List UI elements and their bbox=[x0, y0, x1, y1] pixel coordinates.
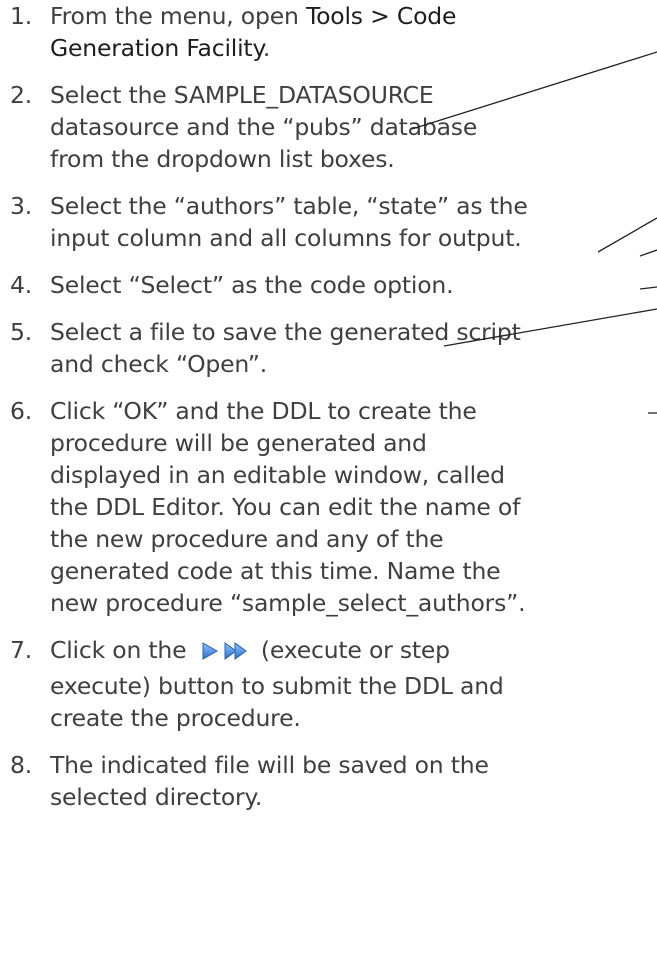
step-number: 7. bbox=[10, 636, 33, 664]
step-number: 6. bbox=[10, 397, 33, 425]
step-text: input column and all columns for output. bbox=[50, 224, 522, 252]
step-2: 2. Select the SAMPLE_DATASOURCE datasour… bbox=[10, 79, 650, 175]
step-3: 3. Select the “authors” table, “state” a… bbox=[10, 190, 650, 254]
instruction-steps: 1. From the menu, open Tools > Code Gene… bbox=[10, 0, 650, 828]
step-execute-icon[interactable] bbox=[222, 638, 250, 670]
step-text: and check “Open”. bbox=[50, 350, 268, 378]
step-text: From the menu, open bbox=[50, 2, 306, 30]
step-6: 6. Click “OK” and the DDL to create the … bbox=[10, 395, 650, 619]
step-number: 1. bbox=[10, 2, 33, 30]
step-1: 1. From the menu, open Tools > Code Gene… bbox=[10, 0, 650, 64]
step-text: Click on the bbox=[50, 636, 194, 664]
step-text: the DDL Editor. You can edit the name of bbox=[50, 493, 521, 521]
step-text: Click “OK” and the DDL to create the bbox=[50, 397, 477, 425]
step-text: The indicated file will be saved on the bbox=[50, 750, 489, 779]
step-8: 8. The indicated file will be saved on t… bbox=[10, 749, 650, 813]
step-text: Select a file to save the generated scri… bbox=[50, 318, 521, 346]
step-7: 7. Click on the (execute or step execute… bbox=[10, 634, 650, 734]
step-text: datasource and the “pubs” database bbox=[50, 113, 478, 141]
step-text: displayed in an editable window, called bbox=[50, 461, 505, 489]
step-text: new procedure “sample_select_authors”. bbox=[50, 589, 526, 617]
step-text: the new procedure and any of the bbox=[50, 525, 444, 553]
step-text: execute) button to submit the DDL and bbox=[50, 671, 504, 700]
step-text: Select the SAMPLE_DATASOURCE bbox=[50, 81, 434, 109]
step-text: procedure will be generated and bbox=[50, 429, 427, 457]
step-number: 4. bbox=[10, 271, 33, 299]
menu-path-text: Tools > Code bbox=[305, 2, 457, 30]
step-number: 3. bbox=[10, 192, 33, 220]
step-text: generated code at this time. Name the bbox=[50, 557, 501, 585]
step-text: create the procedure. bbox=[50, 703, 301, 732]
step-number: 8. bbox=[10, 750, 33, 779]
execute-buttons bbox=[198, 636, 250, 670]
menu-path-text: Generation Facility bbox=[50, 34, 263, 62]
step-text: selected directory. bbox=[50, 782, 263, 811]
step-number: 2. bbox=[10, 81, 33, 109]
step-text: (execute or step bbox=[253, 636, 450, 664]
step-text: . bbox=[262, 34, 271, 62]
step-4: 4. Select “Select” as the code option. bbox=[10, 269, 650, 301]
step-number: 5. bbox=[10, 318, 33, 346]
execute-icon[interactable] bbox=[198, 638, 222, 670]
step-text: from the dropdown list boxes. bbox=[50, 145, 395, 173]
step-5: 5. Select a file to save the generated s… bbox=[10, 316, 650, 380]
step-text: Select the “authors” table, “state” as t… bbox=[50, 192, 528, 220]
step-text: Select “Select” as the code option. bbox=[50, 271, 454, 299]
